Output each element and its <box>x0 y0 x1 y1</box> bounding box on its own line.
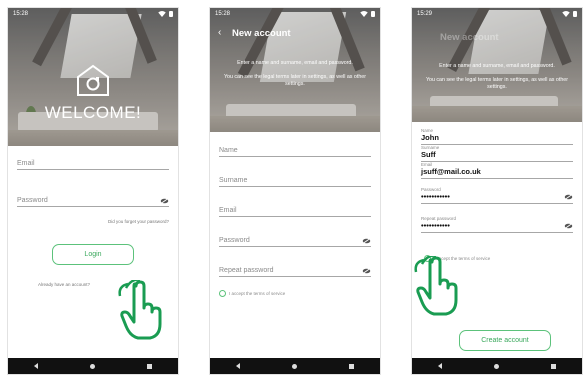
nav-recents-button[interactable] <box>551 363 556 369</box>
status-time: 15:29 <box>417 11 433 17</box>
eye-off-icon[interactable] <box>564 222 573 229</box>
terms-radio[interactable] <box>219 290 226 297</box>
screen-title: New account <box>232 28 291 39</box>
register-link[interactable]: Already have an account? <box>38 282 90 287</box>
terms-row[interactable]: I accept the terms of service <box>219 290 285 297</box>
surname-field[interactable]: Surname Suff <box>421 145 573 162</box>
intro-text-2: You can see the legal terms later in set… <box>223 74 366 87</box>
name-label: Name <box>219 147 238 154</box>
repeat-password-label: Repeat password <box>219 267 274 274</box>
eye-off-icon[interactable] <box>160 198 169 204</box>
nav-recents-button[interactable] <box>349 363 354 369</box>
status-time: 15:28 <box>215 11 231 17</box>
eye-off-icon[interactable] <box>564 193 573 200</box>
nav-back-button[interactable] <box>236 363 240 369</box>
password-field[interactable]: Password ••••••••••• <box>421 187 573 204</box>
nav-home-button[interactable] <box>292 363 297 369</box>
surname-value: Suff <box>421 150 436 159</box>
repeat-password-field[interactable]: Repeat password <box>219 261 371 277</box>
email-field[interactable]: Email <box>219 201 371 217</box>
status-time: 15:28 <box>13 11 29 17</box>
back-arrow-icon[interactable]: ‹ <box>218 28 221 38</box>
battery-icon <box>169 11 173 17</box>
password-field[interactable]: Password <box>17 191 169 207</box>
repeat-password-field[interactable]: Repeat password ••••••••••• <box>421 216 573 233</box>
battery-icon <box>573 11 577 17</box>
battery-icon <box>371 11 375 17</box>
surname-label: Surname <box>219 177 248 184</box>
status-bar: 15:28 <box>210 8 380 20</box>
pointing-hand-icon <box>118 280 162 340</box>
pointing-hand-icon <box>414 256 458 316</box>
email-label: Email <box>17 160 35 167</box>
welcome-title: WELCOME! <box>44 103 142 122</box>
wifi-icon <box>562 11 570 17</box>
nav-home-button[interactable] <box>90 363 95 369</box>
android-nav-bar <box>210 358 380 374</box>
terms-label: I accept the terms of service <box>229 291 286 296</box>
new-account-screen-filled: 15:29 New account Enter a name and surna… <box>412 8 582 374</box>
wifi-icon <box>360 11 368 17</box>
android-nav-bar <box>412 358 582 374</box>
hero-image <box>210 8 380 132</box>
nav-recents-button[interactable] <box>147 363 152 369</box>
forgot-password-link[interactable]: Did you forget your password? <box>108 219 169 224</box>
email-label: Email <box>219 207 237 214</box>
name-field[interactable]: Name <box>219 141 371 157</box>
eye-off-icon[interactable] <box>362 268 371 274</box>
create-account-button[interactable]: Create account <box>459 330 551 351</box>
intro-text-1: Enter a name and surname, email and pass… <box>237 60 353 66</box>
email-field[interactable]: Email <box>17 154 169 170</box>
password-label: Password <box>17 197 48 204</box>
intro-text-2: You can see the legal terms later in set… <box>425 77 568 90</box>
email-value: jsuff@mail.co.uk <box>421 167 481 176</box>
screen-title: New account <box>440 32 499 43</box>
nav-back-button[interactable] <box>34 363 38 369</box>
android-nav-bar <box>8 358 178 374</box>
login-button[interactable]: Login <box>52 244 134 265</box>
wifi-icon <box>158 11 166 17</box>
home-logo-icon <box>77 64 109 96</box>
email-field[interactable]: Email jsuff@mail.co.uk <box>421 162 573 179</box>
nav-home-button[interactable] <box>494 363 499 369</box>
eye-off-icon[interactable] <box>362 238 371 244</box>
repeat-password-value: ••••••••••• <box>421 221 450 230</box>
nav-back-button[interactable] <box>438 363 442 369</box>
password-value: ••••••••••• <box>421 192 450 201</box>
status-bar: 15:28 <box>8 8 178 20</box>
name-field[interactable]: Name John <box>421 128 573 145</box>
password-label: Password <box>219 237 250 244</box>
new-account-screen-empty: 15:28 ‹ New account Enter a name and sur… <box>210 8 380 374</box>
name-value: John <box>421 133 439 142</box>
status-bar: 15:29 <box>412 8 582 20</box>
password-field[interactable]: Password <box>219 231 371 247</box>
intro-text-1: Enter a name and surname, email and pass… <box>439 63 555 69</box>
surname-field[interactable]: Surname <box>219 171 371 187</box>
login-screen: 15:28 WELCOME! Email Password Did you fo… <box>8 8 178 374</box>
